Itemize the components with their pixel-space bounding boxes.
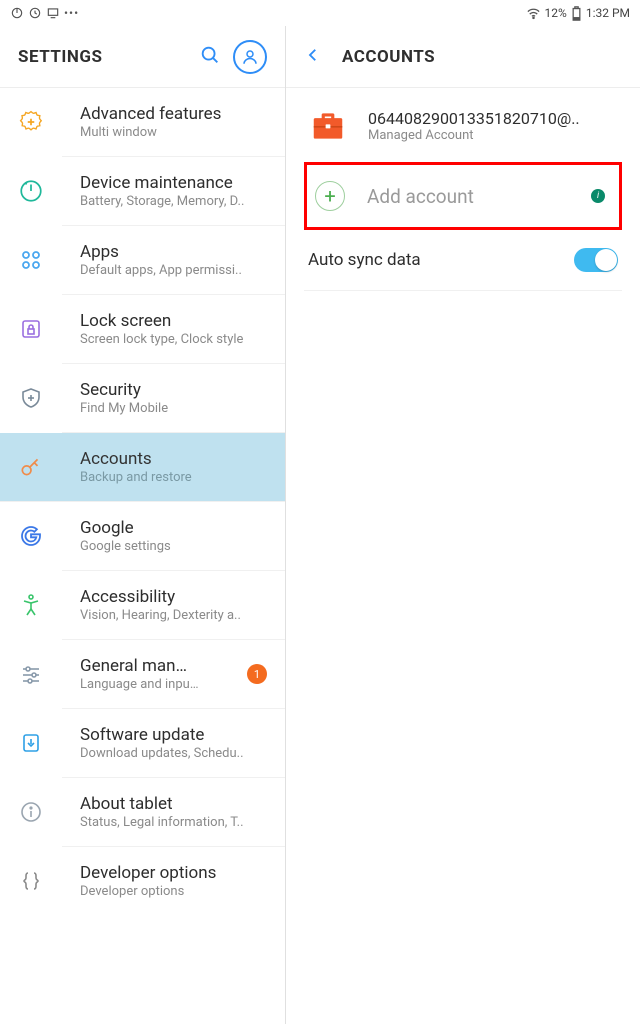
- status-time: 1:32 PM: [586, 6, 630, 20]
- accessibility-icon: [16, 590, 46, 620]
- account-type: Managed Account: [368, 128, 580, 143]
- sidebar-item-accessibility[interactable]: AccessibilityVision, Hearing, Dexterity …: [62, 571, 285, 640]
- update-icon: [16, 728, 46, 758]
- sidebar-item-sub: Download updates, Schedu..: [80, 746, 244, 761]
- sidebar-item-security[interactable]: SecurityFind My Mobile: [62, 364, 285, 433]
- sidebar-item-label: Developer options: [80, 863, 216, 883]
- advanced-icon: [16, 107, 46, 137]
- sidebar-item-device-maintenance[interactable]: Device maintenanceBattery, Storage, Memo…: [62, 157, 285, 226]
- more-icon: •••: [64, 6, 79, 20]
- sidebar-item-label: Accounts: [80, 449, 192, 469]
- sidebar-item-sub: Find My Mobile: [80, 401, 168, 416]
- sidebar-item-label: Google: [80, 518, 171, 538]
- auto-sync-toggle[interactable]: [574, 248, 618, 272]
- settings-list[interactable]: Advanced featuresMulti window Device mai…: [0, 88, 285, 1024]
- maintenance-icon: [16, 176, 46, 206]
- sidebar-item-sub: Google settings: [80, 539, 171, 554]
- sidebar-item-sub: Status, Legal information, T..: [80, 815, 244, 830]
- account-entry[interactable]: 064408290013351820710@.. Managed Account: [304, 88, 622, 165]
- detail-panel: ACCOUNTS 064408290013351820710@.. Manage…: [286, 26, 640, 1024]
- sidebar-item-sub: Screen lock type, Clock style: [80, 332, 243, 347]
- toggle-knob: [595, 249, 617, 271]
- detail-header: ACCOUNTS: [286, 26, 640, 88]
- wifi-icon: [526, 6, 541, 21]
- sidebar-item-sub: Language and inpu…: [80, 677, 199, 692]
- sidebar-item-label: Apps: [80, 242, 242, 262]
- sidebar-item-label: Software update: [80, 725, 244, 745]
- sidebar-item-sub: Default apps, App permissi..: [80, 263, 242, 278]
- add-account-label: Add account: [367, 185, 474, 208]
- clock-icon: [28, 6, 42, 20]
- sidebar-item-label: Security: [80, 380, 168, 400]
- sidebar-item-label: About tablet: [80, 794, 244, 814]
- sidebar-item-label: Advanced features: [80, 104, 221, 124]
- sidebar-item-sub: Backup and restore: [80, 470, 192, 485]
- settings-title: SETTINGS: [18, 47, 199, 67]
- sidebar-item-sub: Multi window: [80, 125, 221, 140]
- braces-icon: [16, 866, 46, 896]
- add-account-button[interactable]: + Add account i: [304, 162, 622, 230]
- briefcase-icon: [308, 106, 348, 146]
- settings-header: SETTINGS: [0, 26, 285, 88]
- sidebar-item-sub: Battery, Storage, Memory, D..: [80, 194, 244, 209]
- sliders-icon: [16, 659, 46, 689]
- sidebar-item-accounts[interactable]: AccountsBackup and restore: [0, 433, 285, 502]
- info-icon: [16, 797, 46, 827]
- sidebar-item-label: General man…: [80, 656, 199, 676]
- sidebar-item-label: Accessibility: [80, 587, 241, 607]
- status-bar: ••• 12% 1:32 PM: [0, 0, 640, 26]
- sidebar-item-software-update[interactable]: Software updateDownload updates, Schedu.…: [62, 709, 285, 778]
- shield-icon: [16, 383, 46, 413]
- settings-panel: SETTINGS Advanced featuresMulti window D…: [0, 26, 286, 1024]
- account-name: 064408290013351820710@..: [368, 109, 580, 128]
- auto-sync-row[interactable]: Auto sync data: [304, 230, 622, 291]
- sidebar-item-sub: Developer options: [80, 884, 216, 899]
- battery-percent: 12%: [545, 6, 567, 20]
- screen-icon: [46, 6, 60, 20]
- sidebar-item-developer-options[interactable]: Developer optionsDeveloper options: [62, 847, 285, 915]
- sidebar-item-apps[interactable]: AppsDefault apps, App permissi..: [62, 226, 285, 295]
- google-icon: [16, 521, 46, 551]
- info-badge-icon: i: [591, 189, 605, 203]
- sidebar-item-google[interactable]: GoogleGoogle settings: [62, 502, 285, 571]
- power-icon: [10, 6, 24, 20]
- plus-icon: +: [315, 181, 345, 211]
- auto-sync-label: Auto sync data: [308, 250, 574, 270]
- detail-title: ACCOUNTS: [342, 47, 435, 67]
- sidebar-item-about-tablet[interactable]: About tabletStatus, Legal information, T…: [62, 778, 285, 847]
- search-button[interactable]: [199, 44, 221, 70]
- sidebar-item-lock-screen[interactable]: Lock screenScreen lock type, Clock style: [62, 295, 285, 364]
- sidebar-item-label: Lock screen: [80, 311, 243, 331]
- back-button[interactable]: [304, 46, 322, 68]
- lock-icon: [16, 314, 46, 344]
- apps-icon: [16, 245, 46, 275]
- profile-button[interactable]: [233, 40, 267, 74]
- sidebar-item-label: Device maintenance: [80, 173, 244, 193]
- sidebar-item-general-management[interactable]: General man…Language and inpu… 1: [62, 640, 285, 709]
- sidebar-item-sub: Vision, Hearing, Dexterity a..: [80, 608, 241, 623]
- sidebar-item-advanced-features[interactable]: Advanced featuresMulti window: [62, 88, 285, 157]
- key-icon: [16, 452, 46, 482]
- notification-badge: 1: [247, 664, 267, 684]
- battery-icon: [571, 6, 582, 21]
